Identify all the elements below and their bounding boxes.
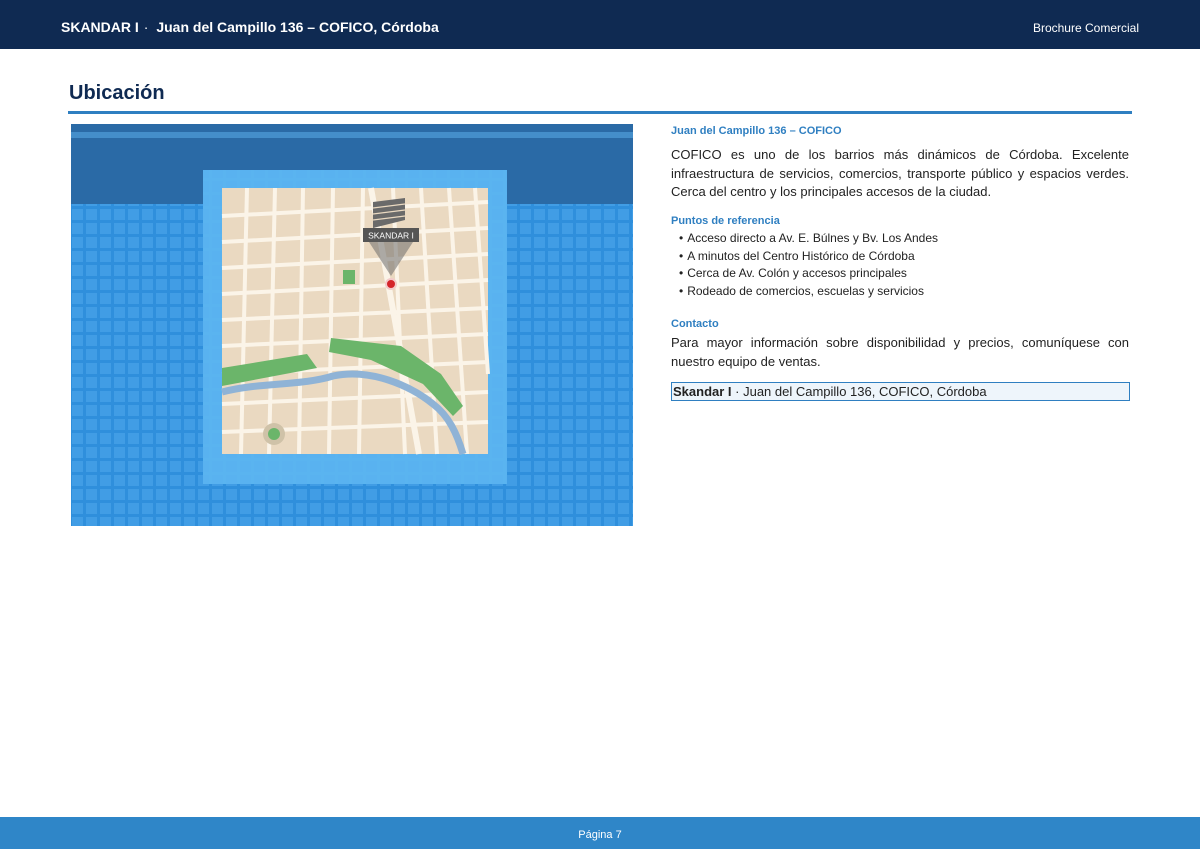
header-address: Juan del Campillo 136 – COFICO, Córdoba bbox=[156, 19, 439, 35]
address-text: · Juan del Campillo 136, COFICO, Córdoba bbox=[731, 384, 987, 399]
page-number: Página 7 bbox=[578, 829, 622, 841]
contact-heading: Contacto bbox=[671, 318, 719, 330]
page-header: SKANDAR I · Juan del Campillo 136 – COFIC… bbox=[0, 0, 1200, 49]
header-separator: · bbox=[143, 19, 149, 35]
location-heading: Juan del Campillo 136 – COFICO bbox=[671, 125, 842, 137]
header-doc-label: Brochure Comercial bbox=[1032, 21, 1139, 35]
address-brand: Skandar I bbox=[673, 384, 732, 399]
reference-item: A minutos del Centro Histórico de Córdob… bbox=[679, 248, 938, 266]
street-map bbox=[221, 187, 490, 456]
references-list: Acceso directo a Av. E. Búlnes y Bv. Los… bbox=[679, 230, 938, 300]
reference-item: Acceso directo a Av. E. Búlnes y Bv. Los… bbox=[679, 230, 938, 248]
location-description: COFICO es uno de los barrios más dinámic… bbox=[671, 147, 1129, 199]
references-heading: Puntos de referencia bbox=[671, 215, 780, 227]
header-project: SKANDAR I bbox=[61, 19, 139, 35]
address-callout: Skandar I · Juan del Campillo 136, COFIC… bbox=[671, 382, 1130, 401]
location-pin-icon bbox=[385, 278, 397, 290]
page-footer: Página 7 bbox=[0, 817, 1200, 849]
contact-description: Para mayor información sobre disponibili… bbox=[671, 335, 1129, 369]
reference-item: Rodeado de comercios, escuelas y servici… bbox=[679, 283, 938, 301]
section-divider bbox=[68, 111, 1132, 114]
map-illustration: SKANDAR I bbox=[71, 124, 633, 526]
map-brand-label: SKANDAR I bbox=[368, 231, 414, 241]
header-title: SKANDAR I · Juan del Campillo 136 – COFIC… bbox=[61, 19, 439, 35]
reference-item: Cerca de Av. Colón y accesos principales bbox=[679, 265, 938, 283]
location-map-image: SKANDAR I bbox=[71, 124, 633, 526]
section-title: Ubicación bbox=[69, 82, 165, 104]
